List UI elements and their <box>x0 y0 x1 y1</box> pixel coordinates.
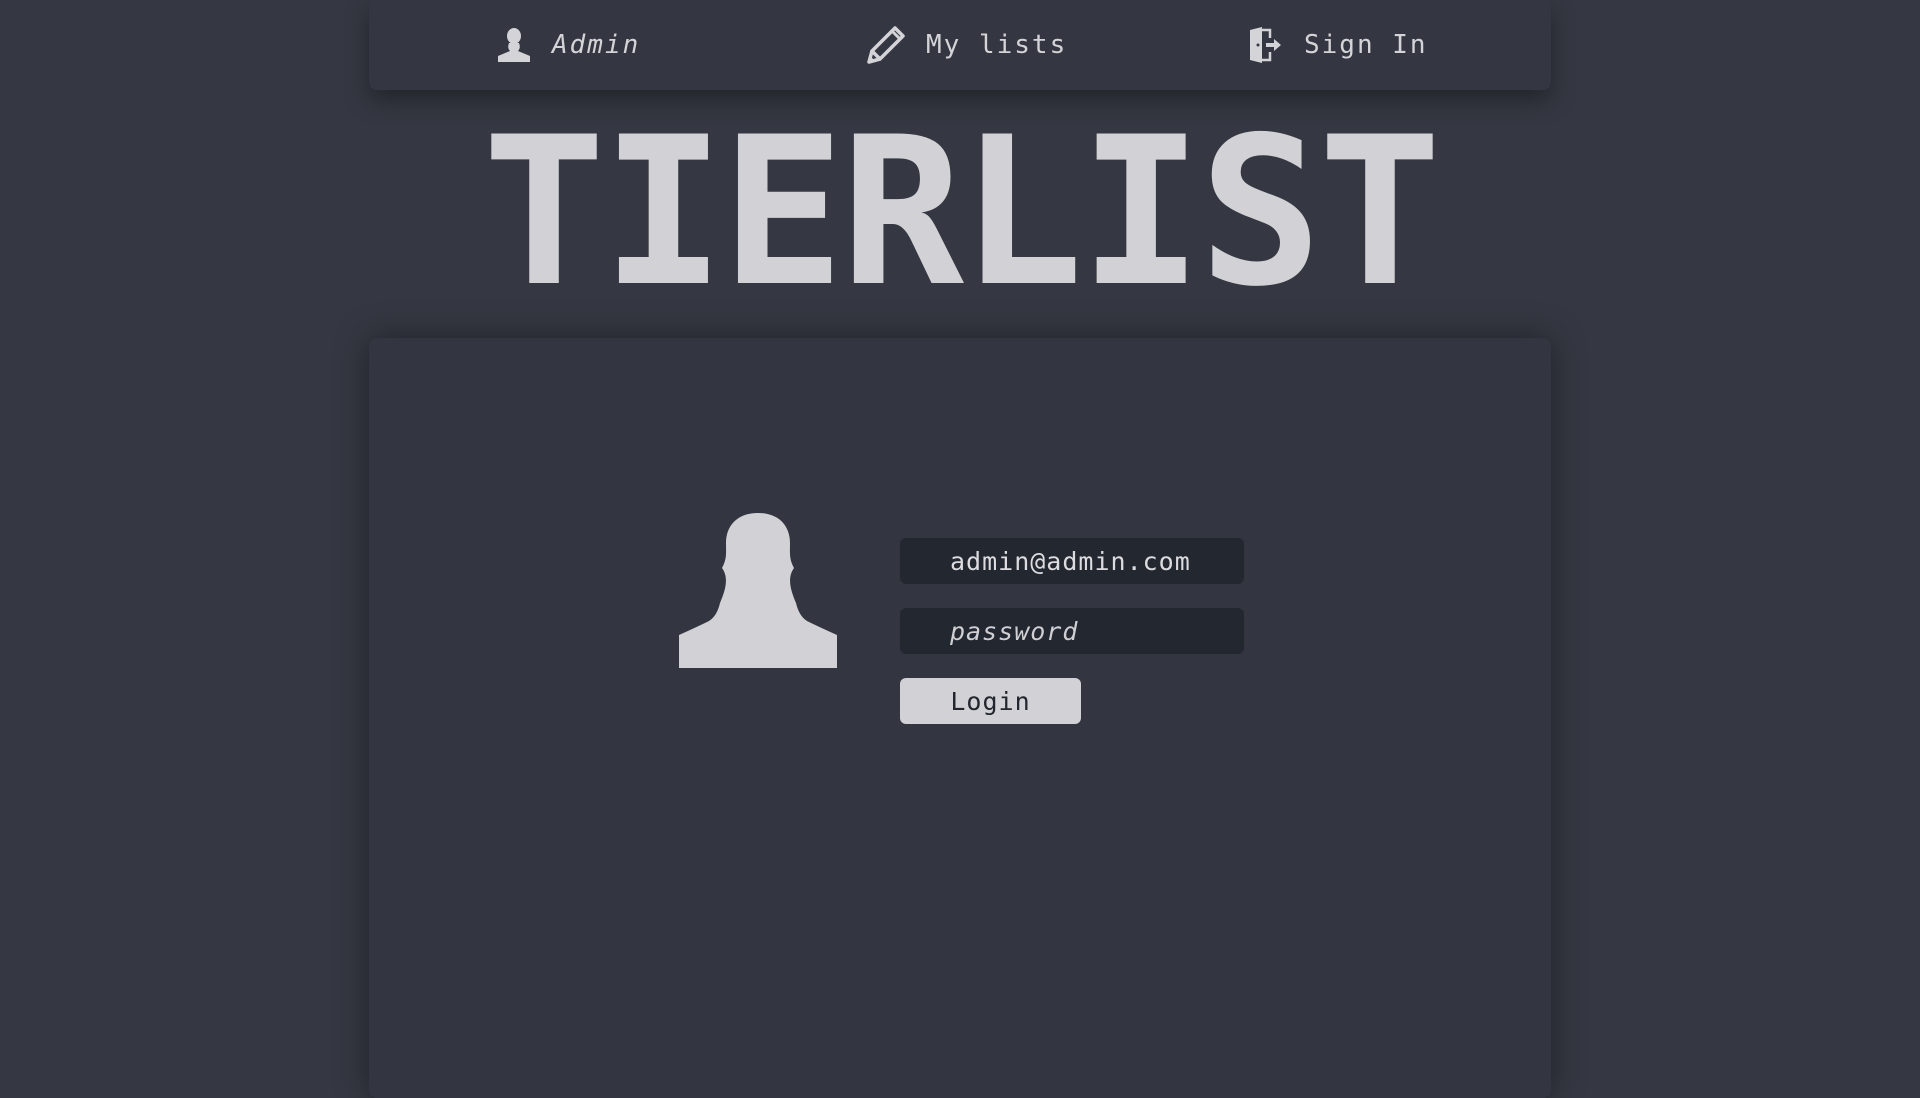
email-field[interactable] <box>900 538 1244 584</box>
login-card: Login <box>369 338 1551 1098</box>
nav-my-lists[interactable]: My lists <box>866 0 1067 90</box>
top-navbar: Admin My lists Sign In <box>369 0 1551 90</box>
user-icon <box>496 27 532 63</box>
nav-admin-label: Admin <box>552 30 641 60</box>
nav-sign-in-label: Sign In <box>1304 30 1428 60</box>
login-button[interactable]: Login <box>900 678 1081 724</box>
nav-admin[interactable]: Admin <box>496 0 640 90</box>
password-field[interactable] <box>900 608 1244 654</box>
sign-in-icon <box>1248 26 1284 64</box>
pencil-icon <box>866 25 906 65</box>
user-avatar-icon <box>679 513 837 668</box>
nav-sign-in[interactable]: Sign In <box>1248 0 1428 90</box>
page-title: TIERLIST <box>482 94 1441 332</box>
nav-my-lists-label: My lists <box>926 30 1068 60</box>
